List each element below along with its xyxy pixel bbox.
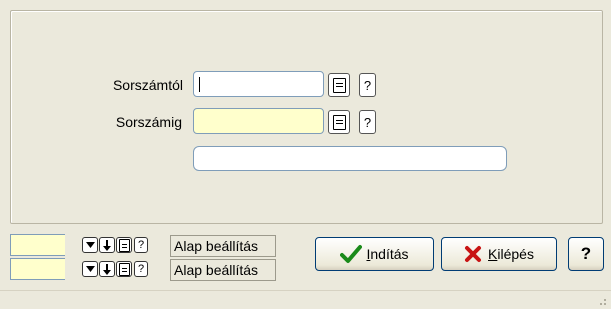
exit-label: ilépés [497, 246, 534, 262]
document-icon [332, 77, 346, 93]
text-caret [199, 77, 200, 92]
filter-2-field[interactable] [10, 258, 65, 280]
filter-1-help[interactable]: ? [134, 237, 148, 253]
filter-1-preset[interactable]: Alap beállítás [170, 235, 276, 257]
filter-2-list[interactable] [116, 261, 132, 277]
status-bar [0, 290, 611, 309]
chevron-down-icon [85, 242, 95, 248]
exit-access-key: K [488, 246, 498, 262]
to-label: Sorszámig [115, 114, 182, 130]
from-help-button[interactable]: ? [359, 73, 376, 97]
filter-2-help[interactable]: ? [134, 261, 148, 277]
chevron-down-icon [85, 266, 95, 272]
question-icon: ? [363, 77, 372, 93]
resize-grip-icon[interactable] [597, 296, 607, 306]
filter-1-list[interactable] [116, 237, 132, 253]
help-button[interactable]: ? [568, 237, 604, 271]
filter-2-sort[interactable] [99, 261, 115, 277]
filter-1-sort[interactable] [99, 237, 115, 253]
question-icon: ? [137, 239, 145, 251]
extra-input[interactable] [193, 146, 507, 171]
document-icon [118, 238, 130, 252]
question-icon: ? [363, 114, 372, 130]
exit-button[interactable]: Kilépés [441, 237, 557, 271]
arrow-down-icon [103, 239, 111, 251]
start-button[interactable]: Indítás [315, 237, 434, 271]
to-list-button[interactable] [328, 110, 350, 134]
filter-1-dropdown[interactable] [82, 237, 98, 253]
arrow-down-icon [103, 263, 111, 275]
question-icon: ? [580, 244, 592, 263]
from-label: Sorszámtól [112, 77, 183, 93]
from-input[interactable] [193, 71, 324, 97]
filter-2-preset[interactable]: Alap beállítás [170, 259, 276, 281]
question-icon: ? [137, 263, 145, 275]
from-list-button[interactable] [328, 73, 350, 97]
to-help-button[interactable]: ? [359, 110, 376, 134]
filter-2-dropdown[interactable] [82, 261, 98, 277]
to-input[interactable] [193, 108, 324, 134]
filter-1-field[interactable] [10, 234, 65, 256]
document-icon [332, 114, 346, 130]
check-icon [340, 245, 363, 263]
document-icon [118, 262, 130, 276]
x-icon [465, 246, 482, 262]
start-label: ndítás [370, 246, 409, 262]
